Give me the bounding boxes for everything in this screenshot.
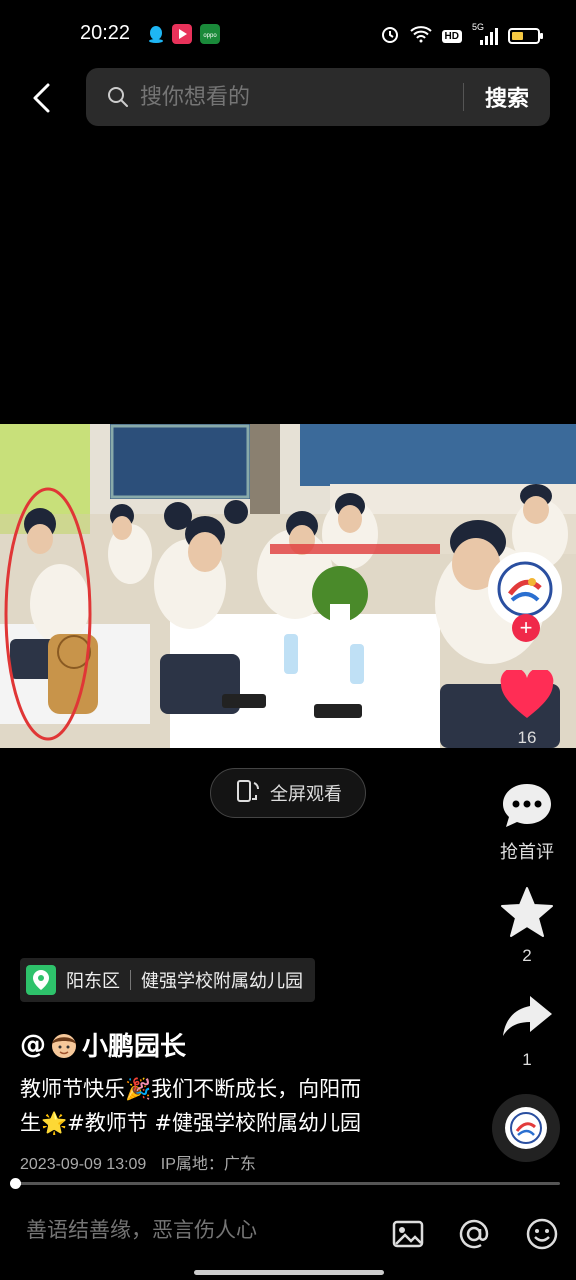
location-chip[interactable]: 阳东区 健强学校附属幼儿园 [20,958,315,1002]
post-date: 2023-09-09 13:09 [20,1156,147,1173]
signal-icon: 5G [472,22,498,46]
comment-label: 抢首评 [500,842,554,863]
video-progress-handle[interactable] [10,1178,21,1189]
mention-icon[interactable] [456,1216,492,1252]
follow-button[interactable]: + [512,614,540,642]
star-icon[interactable] [500,887,554,942]
search-button[interactable]: 搜索 [464,81,550,113]
wifi-icon [409,25,432,47]
location-pin-icon [26,965,56,995]
svg-text:oppo: oppo [203,33,217,39]
author-name-line[interactable]: @ 小鹏园长 [20,1026,186,1063]
comment-bar [0,1196,576,1280]
music-disc-logo-icon [505,1107,547,1149]
status-time: 20:22 [80,22,131,44]
alarm-icon [380,24,400,48]
fullscreen-label: 全屏观看 [270,784,342,805]
heart-icon[interactable] [499,667,555,724]
video-progress-track[interactable] [16,1182,560,1185]
share-action[interactable]: 1 [490,992,564,1070]
qq-icon [146,24,166,44]
share-arrow-icon[interactable] [500,996,554,1046]
search-input[interactable] [140,84,463,110]
boy-emoji-icon [50,1031,78,1059]
comment-action[interactable]: 抢首评 [490,780,564,864]
status-icons: HD 5G [380,22,543,48]
rotate-screen-icon [234,777,262,810]
favorite-action[interactable]: 2 [490,886,564,966]
home-indicator[interactable] [194,1270,384,1275]
music-disc[interactable] [492,1094,560,1162]
status-bar: 20:22 oppo HD 5G [0,0,576,64]
location-divider [130,970,131,990]
like-count: 16 [517,728,537,747]
fullscreen-button[interactable]: 全屏观看 [210,768,366,818]
video-app-icon [172,24,192,44]
post-caption: 教师节快乐🎉我们不断成长，向阳而 生🌟#教师节 #健强学校附属幼儿园 [20,1072,440,1140]
comment-icon[interactable] [500,784,554,834]
like-action[interactable]: 16 [490,667,564,748]
author-avatar-group[interactable]: + [488,552,564,642]
search-icon [106,84,132,110]
ip-location: IP属地：广东 [160,1156,256,1173]
caption-line-1: 教师节快乐🎉我们不断成长，向阳而 [20,1077,362,1101]
location-area: 阳东区 [66,971,120,992]
emoji-icon[interactable] [524,1216,560,1252]
author-name[interactable]: 小鹏园长 [82,1026,186,1063]
battery-icon [508,28,543,44]
image-icon[interactable] [390,1216,426,1252]
location-name: 健强学校附属幼儿园 [141,971,303,992]
author-at: @ [20,1029,46,1060]
favorite-count: 2 [522,946,532,965]
hd-badge: HD [441,29,462,43]
post-meta: 2023-09-09 13:09 IP属地：广东 [20,1150,266,1174]
caption-line-2: 生🌟#教师节 #健强学校附属幼儿园 [20,1111,362,1135]
comment-input[interactable] [26,1218,366,1242]
back-button[interactable] [24,76,60,120]
chevron-left-icon [33,83,50,113]
share-count: 1 [522,1050,532,1069]
search-bar[interactable]: 搜索 [86,68,550,126]
oppo-icon: oppo [200,24,220,44]
